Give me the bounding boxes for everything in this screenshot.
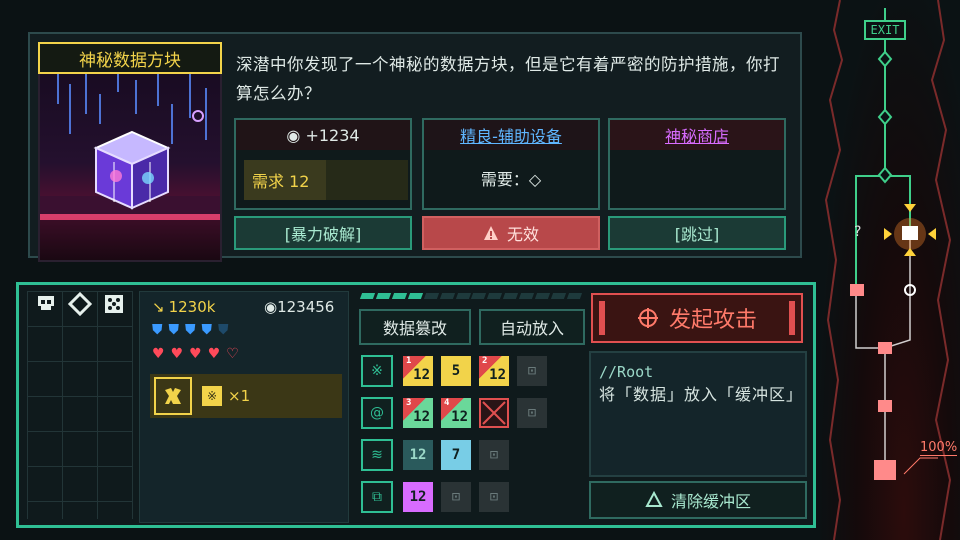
inventory-grid (27, 291, 133, 519)
lock-icon[interactable]: ⊡ (479, 482, 509, 512)
event-description: 深潜中你发现了一个神秘的数据方块，但是它有着严密的防护措施，你打算怎么办？ (236, 55, 780, 103)
data-chip[interactable]: 12 (403, 482, 433, 512)
event-title: 神秘数据方块 (38, 42, 222, 74)
launch-attack-button[interactable]: 发起攻击 (591, 293, 803, 343)
crosshair-icon (637, 308, 658, 328)
map-paths (824, 0, 952, 540)
progress-segment (359, 293, 376, 299)
row-type-icon[interactable]: ⧉ (361, 481, 393, 513)
requirement-bar: 需求 12 (244, 160, 408, 200)
item-icon (154, 377, 192, 415)
progress-segment (487, 293, 503, 299)
lock-icon[interactable]: ⊡ (441, 482, 471, 512)
aux-device-link[interactable]: 精良-辅助设备 (424, 120, 598, 150)
heart-icon: ♥ (152, 346, 165, 362)
clear-buffer-button[interactable]: 清除缓冲区 (589, 481, 807, 519)
progress-segment (550, 293, 567, 299)
warning-icon (483, 226, 498, 240)
shield-icon: ⛊ (185, 322, 196, 338)
clear-buffer-label: 清除缓冲区 (670, 492, 751, 511)
sword-icon: ↘ (152, 298, 165, 316)
shield-row: ⛊ ⛊ ⛊ ⛊ ⛊ (152, 322, 231, 338)
item-multiplier: ※ ×1 (202, 386, 250, 406)
lock-icon[interactable]: ⊡ (517, 356, 547, 386)
dice-icon[interactable] (99, 289, 129, 319)
buffer-progress-bar (359, 293, 582, 301)
requirement-label: 需要：◇ (480, 170, 542, 189)
option-brute-force: ◉ +1234 需求 12 (234, 118, 412, 210)
brute-force-button[interactable]: [暴力破解] (234, 216, 412, 250)
data-chip[interactable]: 12 (403, 440, 433, 470)
option-shop: 神秘商店 (608, 118, 786, 210)
shield-icon: ⛊ (168, 322, 180, 338)
invalid-label: 无效 (506, 225, 539, 244)
heart-row: ♥ ♥ ♥ ♥ ♡ (152, 346, 241, 362)
equipped-item-slot[interactable]: ※ ×1 (150, 374, 342, 418)
player-stats: ↘ 1230k ◉123456 ⛊ ⛊ ⛊ ⛊ ⛊ ♥ ♥ ♥ ♥ ♡ ※ ×1 (139, 291, 349, 523)
hack-panel: ↘ 1230k ◉123456 ⛊ ⛊ ⛊ ⛊ ⛊ ♥ ♥ ♥ ♥ ♡ ※ ×1 数据篡改 自动… (16, 282, 816, 528)
shield-icon: ⛊ (152, 322, 163, 338)
data-chip[interactable]: 3 12 (403, 398, 433, 428)
data-chip[interactable]: 5 (441, 356, 471, 386)
attack-stat: ↘ 1230k (152, 298, 215, 316)
progress-segment (439, 293, 455, 299)
data-chip[interactable]: 1 12 (403, 356, 433, 386)
requirement-label: 需求 12 (244, 160, 326, 200)
attack-value: 1230k (168, 298, 216, 316)
console-panel: //Root 将「数据」放入「缓冲区」 (589, 351, 807, 477)
shield-icon: ⛊ (201, 322, 213, 338)
heart-icon: ♥ (207, 346, 221, 362)
reward-label: ◉ +1234 (236, 120, 410, 150)
mystery-shop-link[interactable]: 神秘商店 (610, 120, 784, 150)
data-chip[interactable]: 4 12 (441, 398, 471, 428)
buffer-row: ※ 1 12 5 2 12 ⊡ (359, 353, 587, 391)
console-text: 将「数据」放入「缓冲区」 (599, 385, 804, 404)
progress-segment (455, 293, 471, 299)
buffer-row: @3 12 4 12 ⊡ (359, 395, 587, 433)
progress-segment (535, 293, 551, 299)
heart-icon: ♡ (226, 346, 239, 362)
recycle-icon (645, 491, 663, 507)
buffer-row: ≋ 12 7 ⊡ (359, 437, 587, 475)
buffer-grid: ※ 1 12 5 2 12 ⊡ @3 12 4 12 ⊡ ≋ 12 7 ⊡ ⧉ 12 ⊡ ⊡ (359, 353, 587, 521)
credits-stat: ◉123456 (264, 298, 335, 316)
auto-insert-button[interactable]: 自动放入 (479, 309, 585, 345)
progress-segment (375, 293, 391, 299)
progress-segment (566, 293, 582, 299)
exit-label[interactable]: EXIT (864, 20, 906, 40)
data-chip-icon: ※ (202, 386, 222, 406)
data-tamper-button[interactable]: 数据篡改 (359, 309, 471, 345)
unknown-node-label: ? (854, 224, 862, 240)
blocked-slot[interactable] (479, 398, 509, 428)
event-panel: 神秘数据方块 深潜中你发现了一个神秘的数据方块，但是它有着严密的防护措施，你打算… (28, 32, 802, 262)
skull-icon[interactable] (31, 289, 61, 319)
data-chip[interactable]: 2 12 (479, 356, 509, 386)
item-multiplier-label: ×1 (228, 387, 251, 405)
progress-segment (423, 293, 439, 299)
data-cube-illustration (38, 42, 222, 262)
threat-percent-label: 100% (920, 440, 958, 456)
progress-segment (407, 293, 423, 299)
heart-icon: ♥ (189, 346, 202, 362)
progress-segment (503, 293, 519, 299)
lock-icon[interactable]: ⊡ (479, 440, 509, 470)
progress-segment (391, 293, 407, 299)
row-type-icon[interactable]: ※ (361, 355, 393, 387)
attack-label: 发起攻击 (668, 308, 757, 333)
console-title: //Root (599, 363, 654, 381)
progress-segment (471, 293, 487, 299)
invalid-button[interactable]: 无效 (422, 216, 600, 250)
skip-button[interactable]: [跳过] (608, 216, 786, 250)
shield-icon: ⛊ (218, 322, 229, 338)
route-map: EXIT ? 100% (820, 0, 960, 540)
data-chip[interactable]: 7 (441, 440, 471, 470)
option-aux-device: 精良-辅助设备 需要：◇ (422, 118, 600, 210)
progress-segment (519, 293, 535, 299)
lock-icon[interactable]: ⊡ (517, 398, 547, 428)
diamond-icon[interactable] (65, 289, 95, 319)
heart-icon: ♥ (170, 346, 184, 362)
row-type-icon[interactable]: ≋ (361, 439, 393, 471)
buffer-row: ⧉ 12 ⊡ ⊡ (359, 479, 587, 517)
row-type-icon[interactable]: @ (361, 397, 393, 429)
